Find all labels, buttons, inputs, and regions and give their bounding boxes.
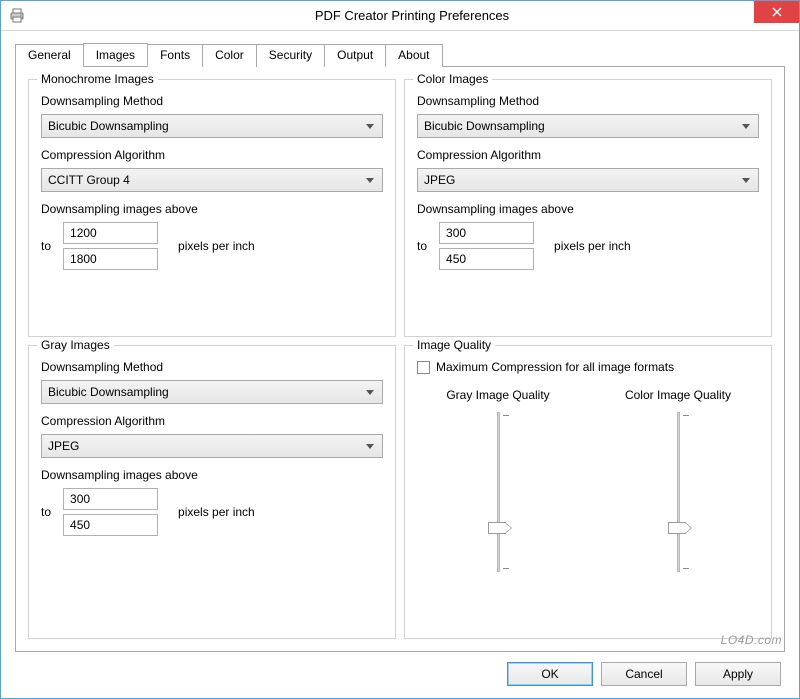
tab-output[interactable]: Output <box>324 44 386 67</box>
label-ppi: pixels per inch <box>178 239 255 253</box>
max-compression-checkbox[interactable] <box>417 361 430 374</box>
gray-downsample-row: to pixels per inch <box>41 488 383 536</box>
printer-icon <box>9 8 25 24</box>
label-downsampling-method: Downsampling Method <box>417 94 759 108</box>
color-downsample-row: to pixels per inch <box>417 222 759 270</box>
gray-algorithm-value: JPEG <box>48 439 79 453</box>
group-gray: Gray Images Downsampling Method Bicubic … <box>28 345 396 639</box>
color-algorithm-value: JPEG <box>424 173 455 187</box>
label-downsampling-above: Downsampling images above <box>41 468 383 482</box>
gray-algorithm-combo[interactable]: JPEG <box>41 434 383 458</box>
tab-strip: General Images Fonts Color Security Outp… <box>15 43 785 67</box>
label-compression-algorithm: Compression Algorithm <box>417 148 759 162</box>
close-icon <box>772 7 782 17</box>
cancel-button[interactable]: Cancel <box>601 662 687 686</box>
titlebar: PDF Creator Printing Preferences <box>1 1 799 31</box>
window: PDF Creator Printing Preferences General… <box>0 0 800 699</box>
mono-above-1-input[interactable] <box>63 222 158 244</box>
max-compression-label: Maximum Compression for all image format… <box>436 360 674 374</box>
group-title: Monochrome Images <box>37 72 158 86</box>
gray-above-2-input[interactable] <box>63 514 158 536</box>
close-button[interactable] <box>754 1 799 23</box>
mono-downsample-row: to pixels per inch <box>41 222 383 270</box>
group-monochrome: Monochrome Images Downsampling Method Bi… <box>28 79 396 337</box>
group-title: Color Images <box>413 72 492 86</box>
group-color: Color Images Downsampling Method Bicubic… <box>404 79 772 337</box>
label-downsampling-above: Downsampling images above <box>41 202 383 216</box>
mono-above-2-input[interactable] <box>63 248 158 270</box>
tab-color[interactable]: Color <box>202 44 257 67</box>
gray-quality-label: Gray Image Quality <box>446 388 549 402</box>
label-ppi: pixels per inch <box>554 239 631 253</box>
label-compression-algorithm: Compression Algorithm <box>41 148 383 162</box>
sliders-row: Gray Image Quality Color Image Quality <box>417 388 759 572</box>
color-above-2-input[interactable] <box>439 248 534 270</box>
window-title: PDF Creator Printing Preferences <box>25 8 799 23</box>
mono-algorithm-value: CCITT Group 4 <box>48 173 130 187</box>
color-quality-slider[interactable] <box>663 412 693 572</box>
gray-method-value: Bicubic Downsampling <box>48 385 169 399</box>
max-compression-row[interactable]: Maximum Compression for all image format… <box>417 360 759 374</box>
group-title: Image Quality <box>413 338 495 352</box>
ok-button[interactable]: OK <box>507 662 593 686</box>
color-method-combo[interactable]: Bicubic Downsampling <box>417 114 759 138</box>
group-image-quality: Image Quality Maximum Compression for al… <box>404 345 772 639</box>
gray-method-combo[interactable]: Bicubic Downsampling <box>41 380 383 404</box>
gray-quality-col: Gray Image Quality <box>428 388 568 572</box>
color-quality-col: Color Image Quality <box>608 388 748 572</box>
tab-security[interactable]: Security <box>256 44 325 67</box>
gray-above-1-input[interactable] <box>63 488 158 510</box>
content-area: General Images Fonts Color Security Outp… <box>1 31 799 698</box>
tab-body: Monochrome Images Downsampling Method Bi… <box>15 67 785 652</box>
mono-method-combo[interactable]: Bicubic Downsampling <box>41 114 383 138</box>
label-downsampling-method: Downsampling Method <box>41 94 383 108</box>
label-to: to <box>417 239 427 253</box>
mono-algorithm-combo[interactable]: CCITT Group 4 <box>41 168 383 192</box>
label-to: to <box>41 505 51 519</box>
color-method-value: Bicubic Downsampling <box>424 119 545 133</box>
tab-general[interactable]: General <box>15 44 84 67</box>
label-to: to <box>41 239 51 253</box>
mono-method-value: Bicubic Downsampling <box>48 119 169 133</box>
tab-about[interactable]: About <box>385 44 442 67</box>
label-compression-algorithm: Compression Algorithm <box>41 414 383 428</box>
color-quality-label: Color Image Quality <box>625 388 731 402</box>
gray-quality-thumb[interactable] <box>488 522 506 534</box>
dialog-buttons: OK Cancel Apply <box>15 652 785 690</box>
group-title: Gray Images <box>37 338 114 352</box>
tab-images[interactable]: Images <box>83 43 148 66</box>
tab-fonts[interactable]: Fonts <box>147 44 203 67</box>
label-downsampling-method: Downsampling Method <box>41 360 383 374</box>
label-ppi: pixels per inch <box>178 505 255 519</box>
color-algorithm-combo[interactable]: JPEG <box>417 168 759 192</box>
color-above-1-input[interactable] <box>439 222 534 244</box>
color-quality-thumb[interactable] <box>668 522 686 534</box>
gray-quality-slider[interactable] <box>483 412 513 572</box>
label-downsampling-above: Downsampling images above <box>417 202 759 216</box>
apply-button[interactable]: Apply <box>695 662 781 686</box>
